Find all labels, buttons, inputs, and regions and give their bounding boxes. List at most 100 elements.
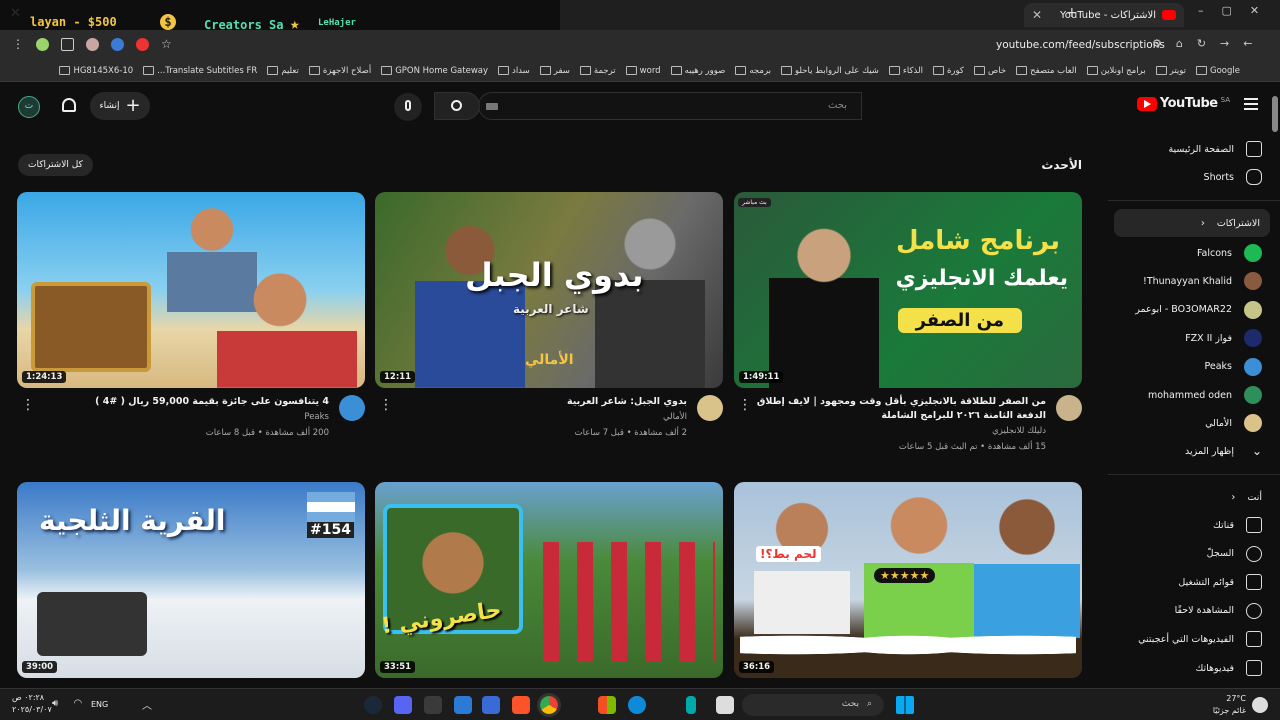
video-thumbnail[interactable]: لحم بط؟! ★★★★★ 36:16 — [734, 482, 1082, 678]
bookmark-item[interactable]: برامج اونلاين — [1086, 66, 1146, 76]
video-thumbnail[interactable]: القرية الثلجية #154 39:00 — [17, 482, 365, 678]
folder-icon — [735, 66, 747, 75]
channel-name[interactable]: الأمالي — [375, 409, 687, 425]
video-thumbnail[interactable]: حاصروني ! 33:51 — [375, 482, 723, 678]
steam-icon[interactable] — [364, 696, 382, 714]
sidebar-item-home[interactable]: الصفحة الرئيسية — [1120, 135, 1270, 163]
extension-icon[interactable] — [136, 38, 149, 51]
sidebar-show-more[interactable]: ⌄ إظهار المزيد — [1120, 437, 1270, 465]
sidebar-item-you[interactable]: فيديوهاتك — [1120, 654, 1270, 682]
video-thumbnail[interactable]: بدوي الجبل شاعر العربية الأمالي 12:11 — [375, 192, 723, 388]
xbox-icon[interactable] — [424, 696, 442, 714]
extension-icon[interactable] — [36, 38, 49, 51]
sidebar-item-subscriptions[interactable]: الاشتراكات ‹ — [1114, 209, 1270, 237]
search-button[interactable] — [434, 92, 480, 120]
menu-dots-icon[interactable]: ⋮ — [12, 37, 24, 51]
video-thumbnail[interactable]: 1:24:13 — [17, 192, 365, 388]
chrome-icon[interactable] — [537, 693, 561, 717]
search-input[interactable]: بحث — [478, 92, 862, 120]
edge-icon[interactable] — [628, 696, 646, 714]
bookmark-item[interactable]: الذكاء — [888, 66, 923, 76]
extension-icon[interactable] — [86, 38, 99, 51]
taskbar-search[interactable]: ⌕ بحث — [742, 694, 884, 716]
browser-tab[interactable]: الاشتراكات - YouTube ✕ — [1024, 3, 1184, 27]
channel-name[interactable]: دليلك للانجليزي — [734, 423, 1046, 439]
channel-avatar[interactable] — [339, 395, 365, 421]
new-tab-icon[interactable]: + — [1066, 5, 1078, 21]
video-thumbnail[interactable]: برنامج شامل يعلمك الانجليزي من الصفر بث … — [734, 192, 1082, 388]
channel-avatar[interactable] — [697, 395, 723, 421]
system-tray-icons[interactable]: 🔊︎ ◠ — [52, 698, 88, 709]
window-controls[interactable]: –▢✕ — [1198, 4, 1277, 17]
close-tab-icon[interactable]: ✕ — [1032, 8, 1042, 22]
plus-icon: + — [125, 95, 141, 116]
voice-search-button[interactable] — [394, 93, 422, 121]
bookmark-item[interactable]: Google — [1196, 66, 1240, 76]
weather-widget[interactable]: 27°C غائم جزئيًا — [1213, 693, 1268, 717]
more-options-icon[interactable]: ⋮ — [738, 397, 752, 413]
bookmark-item[interactable]: صوور رهيبه — [670, 66, 725, 76]
discord-icon[interactable] — [394, 696, 412, 714]
mail-icon[interactable] — [454, 696, 472, 714]
folder-icon — [973, 66, 985, 75]
sidebar-item-you[interactable]: قوائم التشغيل — [1120, 568, 1270, 596]
channel-avatar[interactable] — [1056, 395, 1082, 421]
sidebar-channel-item[interactable]: الأمالي — [1120, 409, 1270, 437]
bookmark-item[interactable]: Translate Subtitles FR... — [143, 66, 257, 76]
store-icon[interactable] — [598, 696, 616, 714]
video-meta: 4 يتنافسون على جائزة بقيمة 59,000 ريال (… — [17, 395, 365, 441]
brave-icon[interactable] — [512, 696, 530, 714]
nav-buttons[interactable]: ⚙⌂↻→← — [1152, 37, 1267, 50]
video-title[interactable]: 4 يتنافسون على جائزة بقيمة 59,000 ريال (… — [17, 395, 329, 409]
bookmark-item[interactable]: تويتر — [1155, 66, 1186, 76]
sidebar-section-you[interactable]: أنت ‹ — [1120, 483, 1270, 511]
taskbar-clock[interactable]: ٠٢:٢٨ ص ٢٠٢٥/٠٣/٠٧ — [12, 692, 52, 716]
bookmark-item[interactable]: HG8145X6-10 — [59, 66, 133, 76]
more-options-icon[interactable]: ⋮ — [21, 397, 35, 413]
create-button[interactable]: + إنشاء — [90, 92, 150, 120]
video-title[interactable]: بدوي الجبل: شاعر العربية — [375, 395, 687, 409]
bookmark-item[interactable]: خاص — [973, 66, 1006, 76]
bookmark-item[interactable]: تعليم — [267, 66, 299, 76]
bookmark-item[interactable]: شيك على الروابط ياحلو — [781, 66, 879, 76]
app-icon[interactable] — [686, 696, 696, 714]
bookmark-star-icon[interactable]: ☆ — [161, 38, 172, 52]
sidebar-item-shorts[interactable]: Shorts — [1120, 163, 1270, 191]
sidebar-channel-item[interactable]: mohammed oden — [1120, 381, 1270, 409]
bookmark-item[interactable]: GPON Home Gateway — [381, 66, 488, 76]
sidebar-channel-item[interactable]: BO3OMAR22 - ابوعمر — [1120, 296, 1270, 324]
bookmark-item[interactable]: سداد — [498, 66, 530, 76]
url-field[interactable]: youtube.com/feed/subscriptions — [996, 39, 1165, 51]
sidebar-item-you[interactable]: قناتك — [1120, 511, 1270, 539]
bookmark-item[interactable]: كورة — [932, 66, 964, 76]
bookmark-item[interactable]: ترجمة — [579, 66, 616, 76]
sidebar-item-you[interactable]: الفيديوهات التي أعجبتني — [1120, 625, 1270, 653]
scrollbar[interactable] — [1272, 96, 1278, 132]
extension-icon[interactable] — [111, 38, 124, 51]
bookmark-item[interactable]: برمجه — [735, 66, 771, 76]
sidebar-item-you[interactable]: السجلّ — [1120, 540, 1270, 568]
channel-name[interactable]: Peaks — [17, 409, 329, 425]
language-indicator[interactable]: ENG — [91, 700, 108, 709]
folder-icon[interactable] — [482, 696, 500, 714]
more-options-icon[interactable]: ⋮ — [379, 397, 393, 413]
app-icon[interactable] — [716, 696, 734, 714]
video-title[interactable]: من الصفر للطلاقة بالانجليزي بأقل وقت ومج… — [734, 395, 1046, 423]
tray-chevron-icon[interactable]: ︿ — [142, 697, 152, 712]
thumbnail-text: يعلمك الانجليزي — [895, 266, 1068, 291]
keyboard-icon[interactable] — [486, 103, 498, 110]
avatar[interactable]: ت — [18, 96, 40, 118]
puzzle-icon[interactable] — [61, 38, 74, 51]
bookmark-item[interactable]: أصلاح الاجهزة — [308, 66, 371, 76]
sidebar-channel-item[interactable]: Peaks — [1120, 353, 1270, 381]
notifications-bell-icon[interactable] — [62, 98, 76, 112]
bookmark-item[interactable]: العاب متصفح — [1016, 66, 1077, 76]
windows-start-icon[interactable] — [896, 696, 914, 714]
all-subscriptions-button[interactable]: كل الاشتراكات — [18, 154, 93, 176]
bookmark-item[interactable]: word — [625, 66, 661, 76]
sidebar-channel-item[interactable]: Thunayyan Khalid! — [1120, 267, 1270, 295]
sidebar-channel-item[interactable]: فواز FZX II — [1120, 324, 1270, 352]
bookmark-item[interactable]: سفر — [539, 66, 570, 76]
sidebar-channel-item[interactable]: Falcons — [1120, 239, 1270, 267]
sidebar-item-you[interactable]: المشاهدة لاحقًا — [1120, 597, 1270, 625]
